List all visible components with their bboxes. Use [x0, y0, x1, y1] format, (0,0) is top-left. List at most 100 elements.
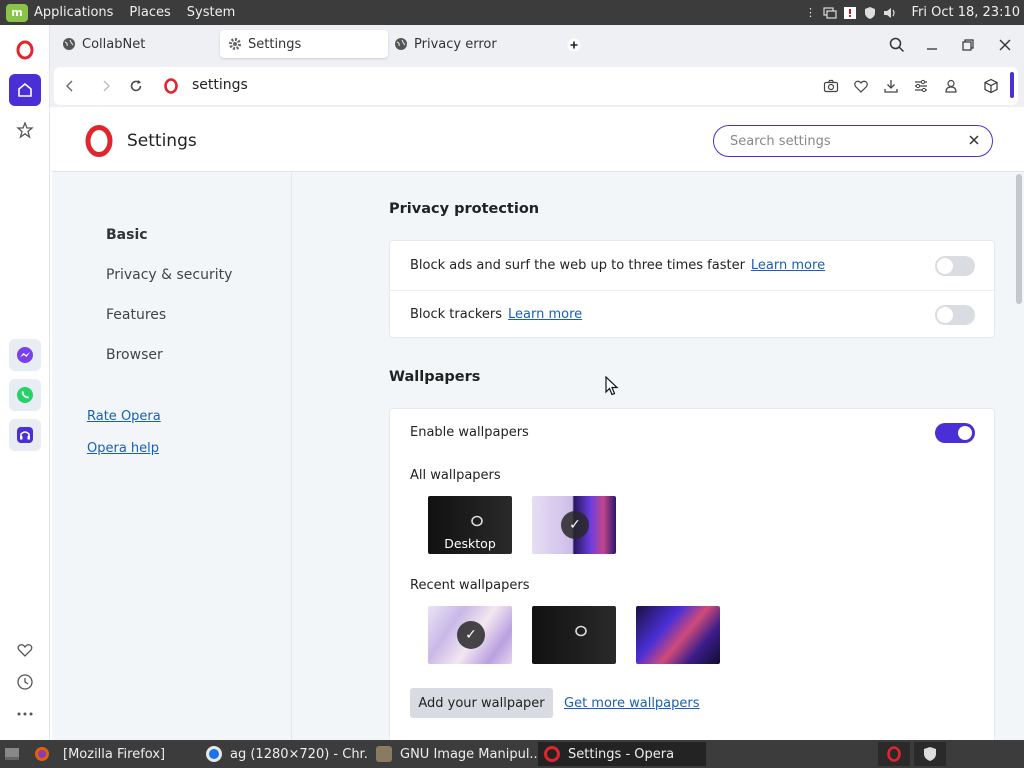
globe-icon	[62, 37, 76, 51]
restore-icon[interactable]	[957, 34, 979, 56]
firefox-launcher-icon[interactable]	[27, 742, 57, 766]
taskbar-item-firefox[interactable]: [Mozilla Firefox]	[57, 742, 197, 766]
taskbar: [Mozilla Firefox] ag (1280×720) - Chr...…	[0, 740, 1024, 768]
enable-wallpapers-label: Enable wallpapers	[410, 425, 529, 440]
address-bar[interactable]: settings	[54, 67, 1018, 105]
all-wallpapers-label: All wallpapers	[410, 468, 501, 483]
whatsapp-icon[interactable]	[9, 379, 41, 411]
taskbar-item-chrome[interactable]: ag (1280×720) - Chr...	[200, 742, 368, 766]
clock[interactable]: Fri Oct 18, 23:10	[911, 5, 1020, 20]
minimize-icon[interactable]	[921, 34, 943, 56]
heart-icon[interactable]	[852, 77, 870, 95]
address-toolbar: settings	[50, 65, 1024, 107]
nav-features[interactable]: Features	[106, 307, 166, 323]
block-trackers-learn-more-link[interactable]: Learn more	[508, 307, 582, 322]
wallpapers-heading: Wallpapers	[389, 369, 481, 385]
close-icon[interactable]	[994, 34, 1016, 56]
heart-icon[interactable]	[9, 634, 41, 666]
task-label: GNU Image Manipul...	[400, 746, 538, 762]
more-dots-icon[interactable]	[9, 698, 41, 730]
task-label: ag (1280×720) - Chr...	[230, 746, 368, 762]
tab-collabnet[interactable]: CollabNet	[54, 30, 218, 58]
enable-wallpapers-toggle[interactable]	[935, 423, 975, 443]
wallpaper-desktop-thumb[interactable]: Desktop	[428, 496, 512, 554]
system-tray: ⋮ Fri Oct 18, 23:10	[803, 0, 1024, 25]
forward-chevron-icon[interactable]	[96, 76, 116, 96]
block-trackers-toggle[interactable]	[935, 305, 975, 325]
divider-handle-icon: ⋮	[804, 6, 816, 19]
scrollbar[interactable]	[1016, 174, 1022, 304]
search-settings-box[interactable]	[713, 125, 993, 157]
reload-icon[interactable]	[126, 76, 146, 96]
chrome-icon	[206, 746, 222, 762]
recent-wallpaper-thumb-2[interactable]	[532, 606, 616, 664]
workspace-opera-icon[interactable]	[878, 742, 910, 766]
clear-search-icon[interactable]	[966, 132, 982, 148]
tab-privacy-error[interactable]: Privacy error	[386, 30, 556, 58]
menu-places[interactable]: Places	[129, 5, 170, 20]
opera-help-link[interactable]: Opera help	[87, 441, 159, 456]
extensions-cube-icon[interactable]	[982, 77, 1000, 95]
opera-icon	[544, 746, 560, 762]
tab-bar: CollabNet Settings Privacy error	[50, 25, 1024, 65]
taskbar-item-gimp[interactable]: GNU Image Manipul...	[370, 742, 538, 766]
search-input[interactable]	[730, 132, 950, 150]
add-wallpaper-button[interactable]: Add your wallpaper	[410, 688, 553, 718]
opera-menu-icon[interactable]	[9, 34, 41, 66]
recent-wallpaper-thumb-3[interactable]	[636, 606, 720, 664]
block-trackers-row: Block trackers Learn more	[410, 307, 582, 322]
volume-icon[interactable]	[883, 6, 897, 20]
nav-privacy-security[interactable]: Privacy & security	[106, 267, 232, 283]
tab-label: Privacy error	[414, 36, 497, 52]
url-text[interactable]: settings	[192, 77, 248, 93]
shield-icon[interactable]	[863, 6, 877, 20]
opera-mark-icon	[471, 515, 483, 527]
checkmark-icon: ✓	[561, 511, 589, 539]
mouse-cursor-icon	[605, 376, 619, 396]
tab-label: Settings	[248, 36, 302, 52]
workspace-shield-icon[interactable]	[914, 742, 946, 766]
back-chevron-icon[interactable]	[60, 76, 80, 96]
opera-sidebar	[0, 25, 50, 740]
sidebar-toggle-indicator[interactable]	[1010, 72, 1014, 98]
opera-logo-icon	[83, 125, 115, 161]
tab-settings[interactable]: Settings	[220, 30, 388, 58]
search-tabs-icon[interactable]	[886, 34, 908, 56]
camera-icon[interactable]	[822, 77, 840, 95]
history-clock-icon[interactable]	[9, 666, 41, 698]
nav-basic[interactable]: Basic	[106, 227, 148, 243]
block-ads-learn-more-link[interactable]: Learn more	[751, 258, 825, 273]
gear-icon	[228, 37, 242, 51]
taskbar-item-opera[interactable]: Settings - Opera	[538, 742, 706, 766]
home-icon[interactable]	[9, 74, 41, 106]
opera-logo-icon	[161, 76, 181, 96]
wallpaper-selected-thumb[interactable]: ✓	[532, 496, 616, 554]
settings-left-nav: Basic Privacy & security Features Browse…	[52, 173, 292, 740]
mint-menu-icon[interactable]: m	[6, 3, 28, 22]
gimp-icon	[376, 746, 392, 762]
get-more-wallpapers-link[interactable]: Get more wallpapers	[564, 696, 700, 711]
rate-opera-link[interactable]: Rate Opera	[87, 409, 161, 424]
menu-applications[interactable]: Applications	[34, 5, 113, 20]
menu-system[interactable]: System	[187, 5, 235, 20]
star-icon[interactable]	[9, 114, 41, 146]
settings-page: Settings Basic Privacy & security Featur…	[52, 108, 1024, 740]
download-icon[interactable]	[882, 77, 900, 95]
new-tab-plus-icon[interactable]	[563, 34, 585, 56]
show-desktop-icon[interactable]	[0, 742, 24, 766]
task-label: Settings - Opera	[568, 746, 675, 762]
music-player-icon[interactable]	[9, 419, 41, 451]
recent-wallpaper-thumb-1[interactable]: ✓	[428, 606, 512, 664]
update-alert-icon[interactable]	[843, 6, 857, 20]
messenger-icon[interactable]	[9, 339, 41, 371]
easy-setup-icon[interactable]	[912, 77, 930, 95]
task-label: [Mozilla Firefox]	[63, 746, 166, 762]
checkmark-icon: ✓	[457, 621, 485, 649]
opera-mark-icon	[575, 625, 587, 637]
recent-wallpapers-label: Recent wallpapers	[410, 578, 530, 593]
nav-browser[interactable]: Browser	[106, 347, 163, 363]
profile-icon[interactable]	[942, 77, 960, 95]
tab-label: CollabNet	[82, 36, 146, 52]
network-icon[interactable]	[823, 6, 838, 20]
block-ads-toggle[interactable]	[935, 256, 975, 276]
